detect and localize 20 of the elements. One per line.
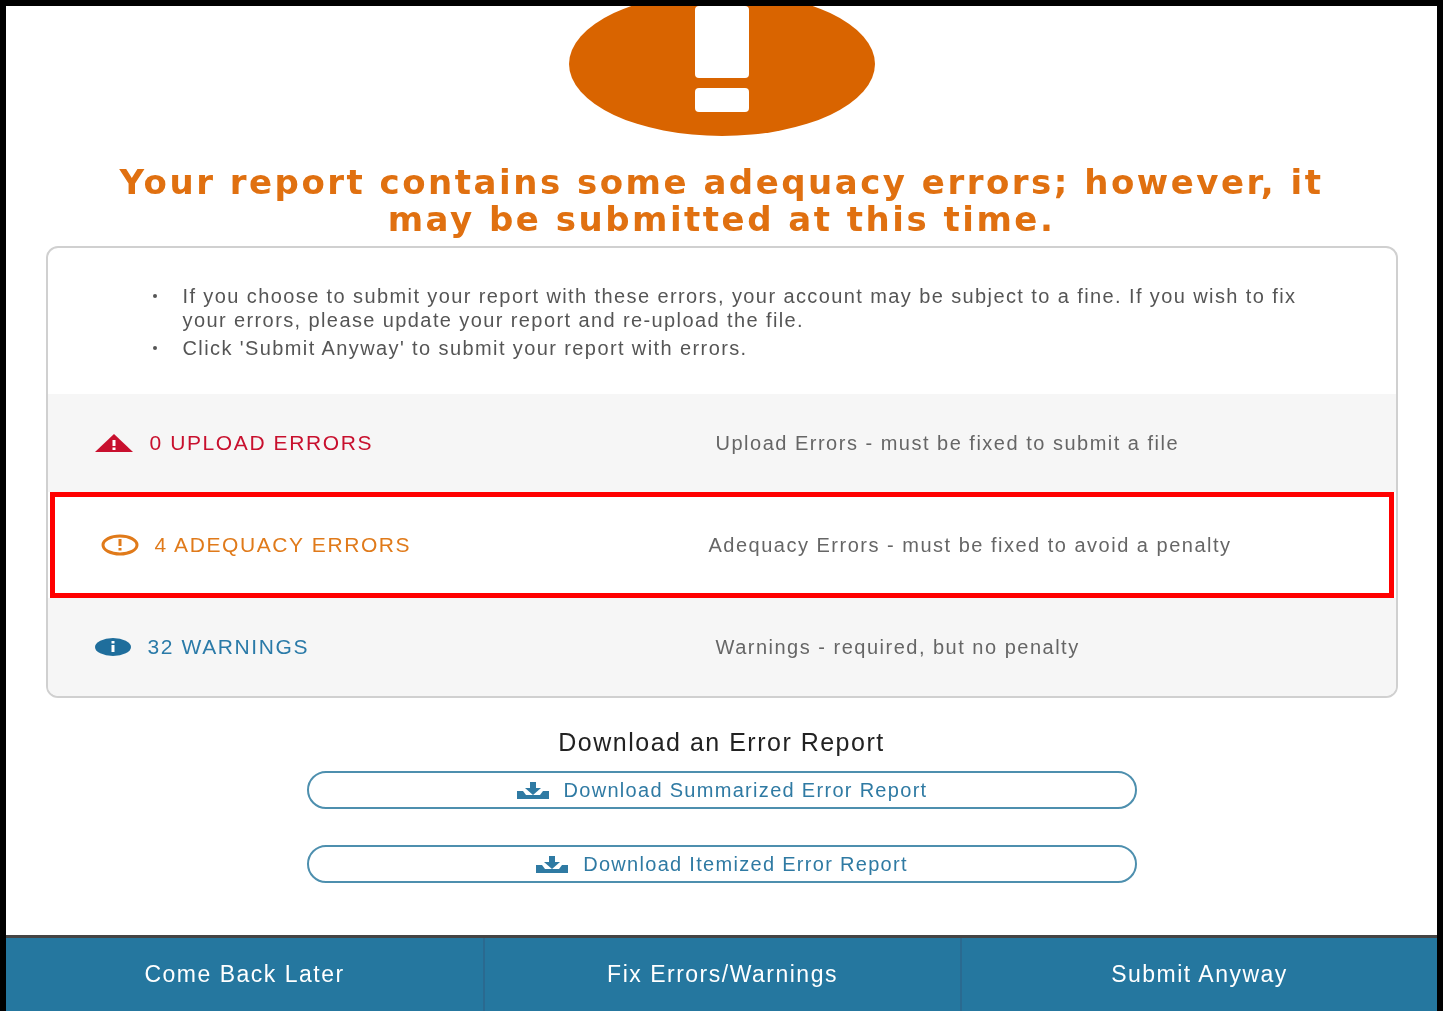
- category-label: 32 WARNINGS: [147, 635, 309, 659]
- category-description: Adequacy Errors - must be fixed to avoid a penalty: [708, 533, 1233, 557]
- page-title: Your report contains some adequacy errors; however, it may be submitted at this time.: [118, 164, 1325, 238]
- download-button[interactable]: Download Summarized Error Report: [306, 771, 1137, 809]
- category-label: 0 UPLOAD ERRORS: [149, 431, 374, 455]
- bullet-icon: [152, 346, 157, 350]
- download-button[interactable]: Download Itemized Error Report: [306, 845, 1137, 883]
- warning-triangle-icon: [93, 433, 134, 453]
- note-text: If you choose to submit your report with these errors, your account may be subject to a fine. If you wish to fix your errors, please update your report and re-upload the file.: [182, 285, 1297, 331]
- bullet-icon: [152, 294, 157, 298]
- download-icon: [515, 781, 550, 799]
- note-text: Click 'Submit Anyway' to submit your report with errors.: [182, 337, 748, 359]
- alert-icon: [567, 6, 876, 136]
- info-icon: [93, 637, 132, 657]
- category-label: 4 ADEQUACY ERRORS: [154, 533, 412, 557]
- download-icon: [535, 855, 570, 873]
- exclamation-circle-icon: [100, 534, 139, 556]
- category-description: Upload Errors - must be fixed to submit a file: [715, 431, 1181, 455]
- download-heading: Download an Error Report: [558, 728, 885, 757]
- category-description: Warnings - required, but no penalty: [715, 635, 1081, 659]
